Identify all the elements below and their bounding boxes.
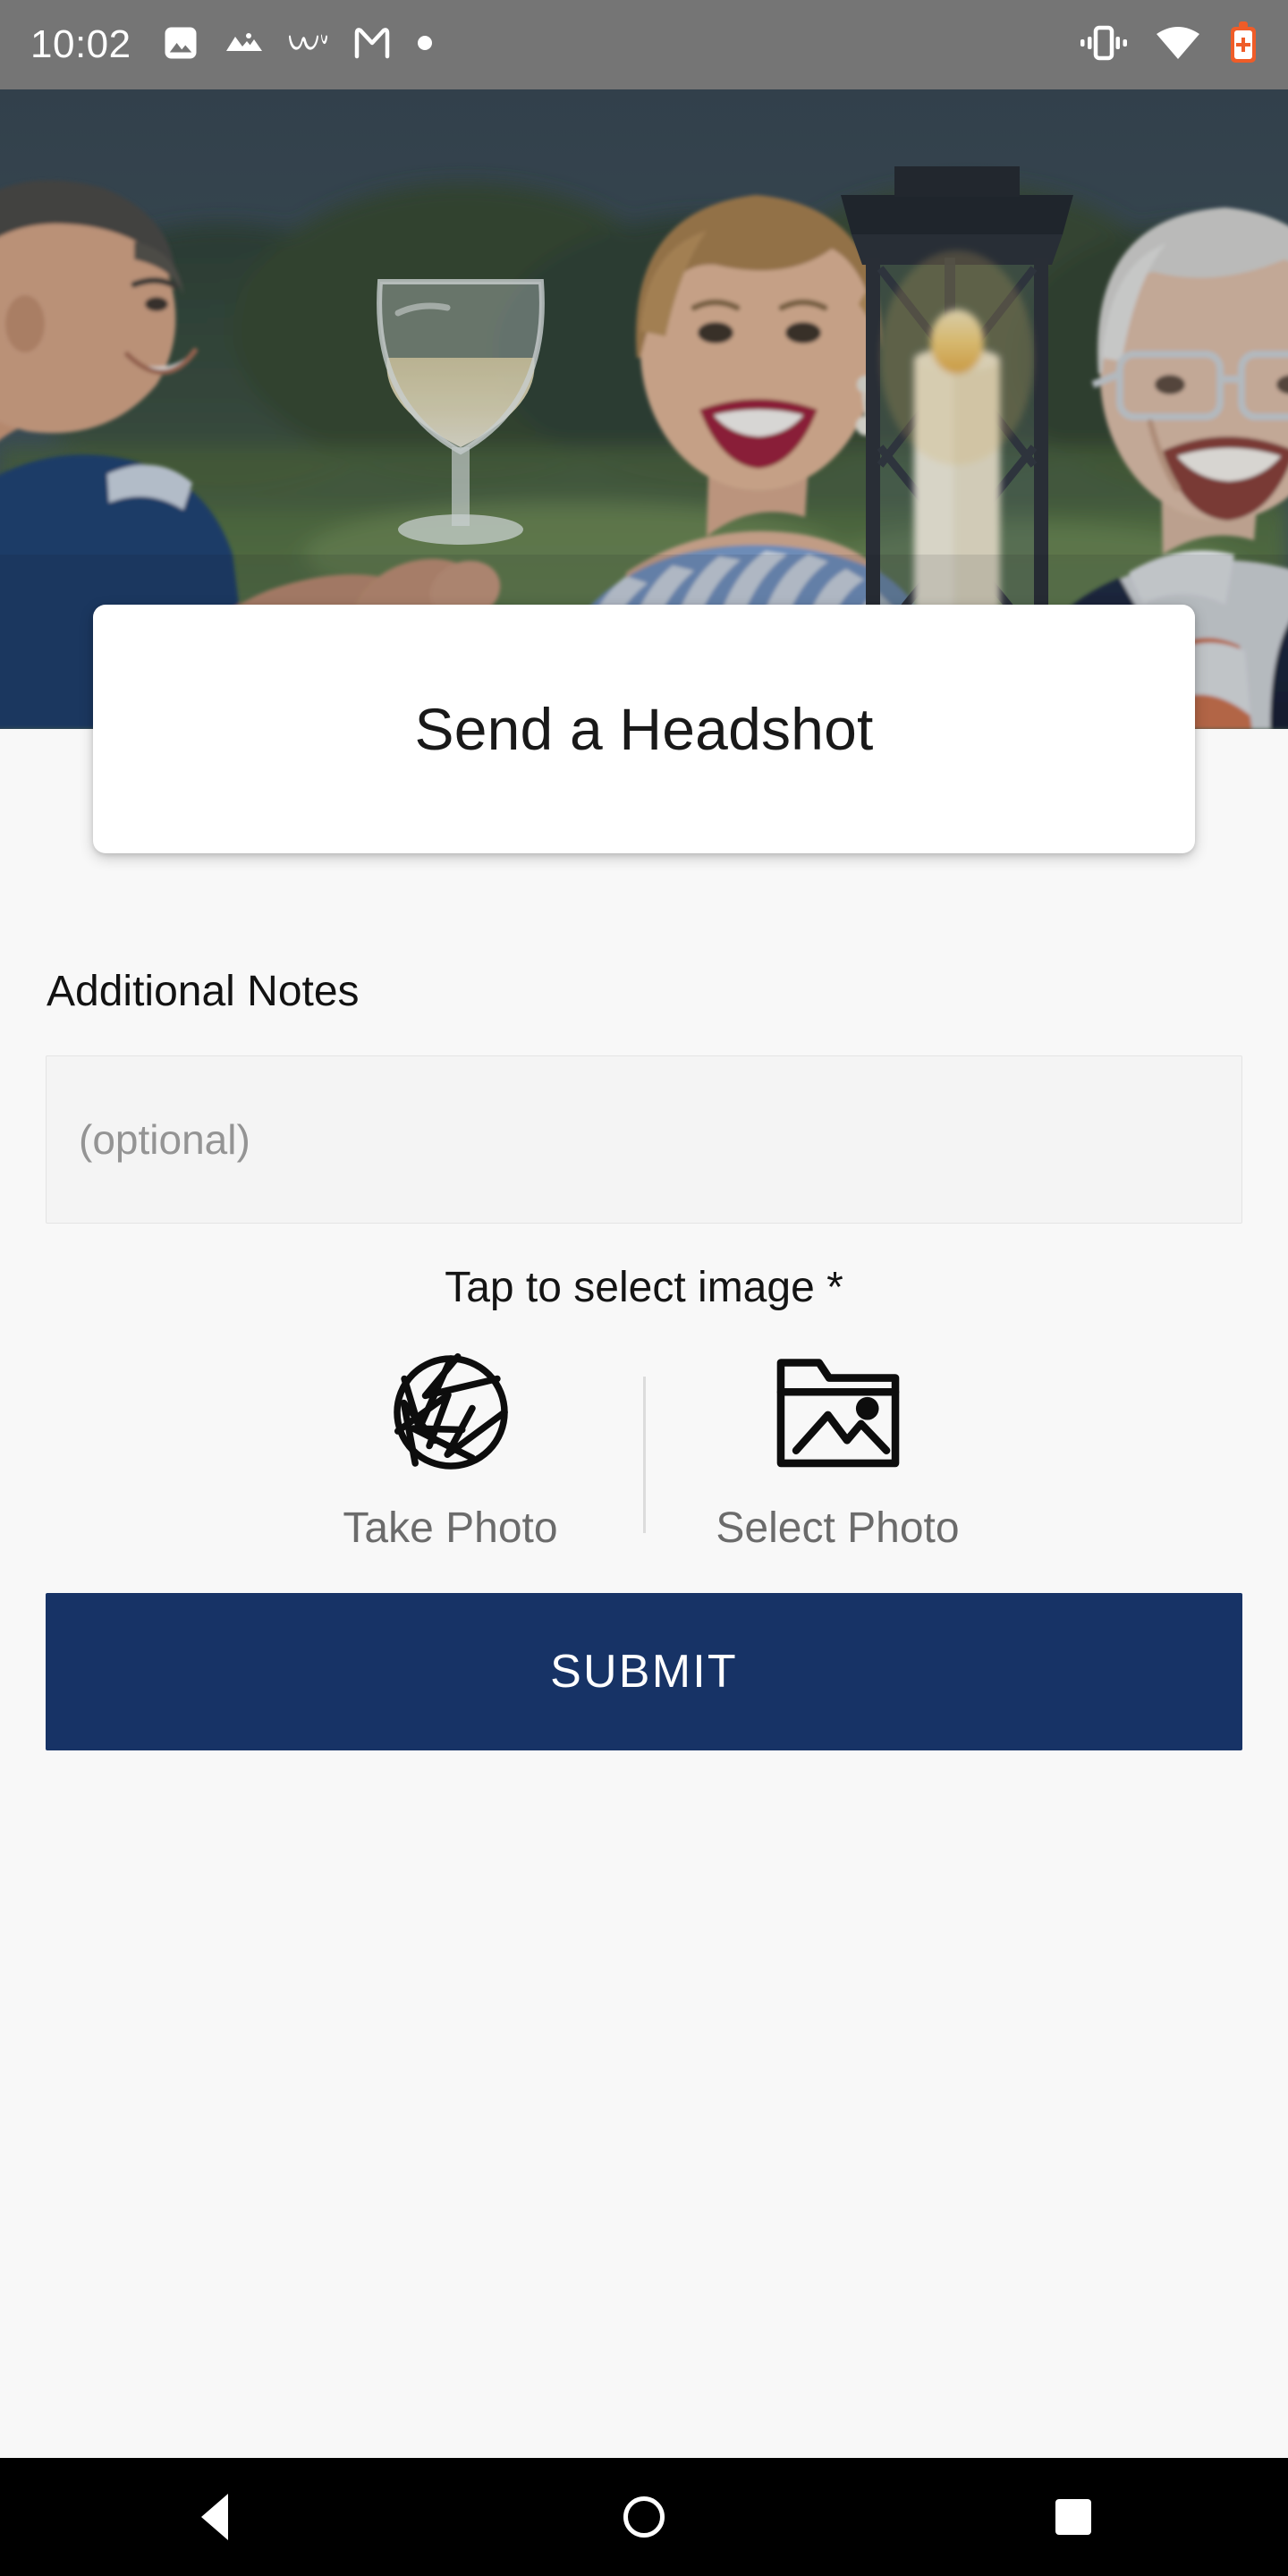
nav-back-button[interactable] [0,2458,429,2576]
wifi-icon [1156,25,1200,65]
additional-notes-input[interactable] [46,1055,1242,1224]
camera-aperture-icon [384,1343,518,1482]
photo-folder-icon [772,1343,904,1482]
recents-square-icon [1055,2499,1091,2535]
additional-notes-label: Additional Notes [47,968,360,1015]
headshot-form: Additional Notes Tap to select image * [0,853,1288,1750]
app-root: 10:02 Send a Headshot Additional Notes (… [0,0,1288,2576]
mountains-notification-icon [225,30,264,61]
status-clock: 10:02 [30,22,131,66]
status-notification-icons [162,24,434,66]
take-photo-option[interactable]: Take Photo [258,1343,643,1553]
status-bar: 10:02 [0,0,1288,89]
battery-saver-icon [1229,21,1258,69]
nav-home-button[interactable] [429,2458,859,2576]
page-title-card: Send a Headshot [93,605,1195,853]
wave-notification-icon [288,30,328,60]
tap-to-select-image-label: Tap to select image * [445,1263,843,1311]
select-photo-option[interactable]: Select Photo [646,1343,1030,1553]
nav-recents-button[interactable] [859,2458,1288,2576]
android-navigation-bar [0,2458,1288,2576]
more-notifications-dot-icon [416,34,434,56]
take-photo-label: Take Photo [343,1504,558,1552]
image-source-picker: Take Photo Select Photo [0,1343,1288,1602]
home-circle-icon [623,2496,665,2538]
back-triangle-icon [201,2494,228,2540]
status-system-icons [1080,21,1258,69]
page-title: Send a Headshot [414,695,874,762]
image-notification-icon [162,24,199,66]
select-photo-label: Select Photo [716,1504,960,1552]
gmail-notification-icon [353,26,391,64]
submit-button[interactable]: SUBMIT [46,1592,1242,1750]
vibrate-icon [1080,22,1127,68]
